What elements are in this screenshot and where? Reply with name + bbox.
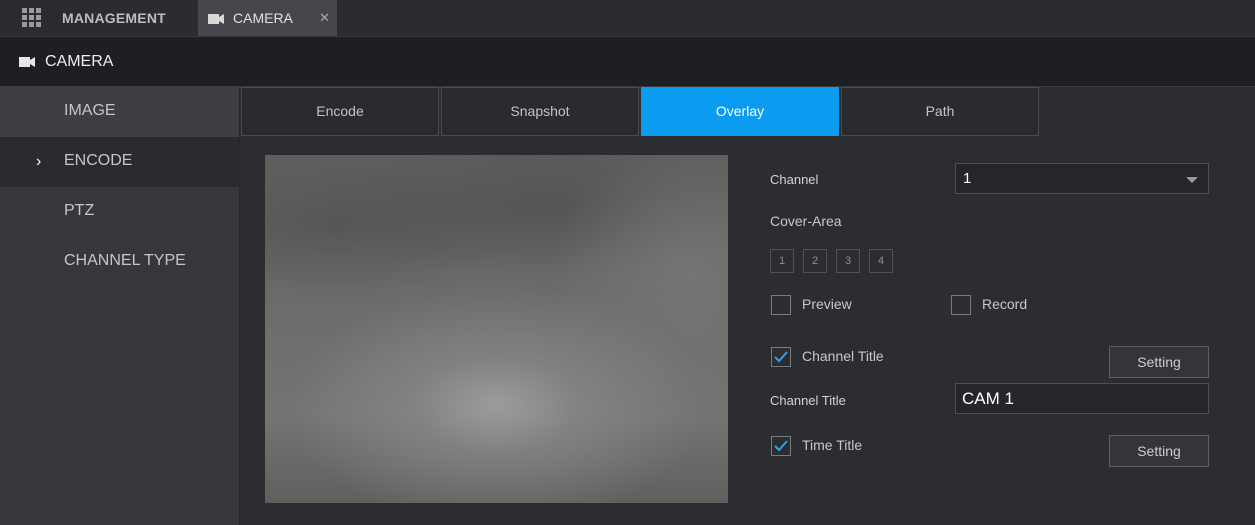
channel-select[interactable]: 1 [955,163,1209,194]
chevron-right-icon: › [36,153,42,170]
checkmark-icon [774,351,788,363]
sidebar-item-label: IMAGE [64,102,116,119]
channel-title-field-label: Channel Title [770,393,846,408]
channel-title-checkbox[interactable] [771,347,791,367]
sidebar-item-image[interactable]: IMAGE [0,87,239,137]
time-title-label: Time Title [802,437,863,453]
tab-encode[interactable]: Encode [241,87,439,136]
cover-area-2-button[interactable]: 2 [803,249,827,273]
management-tab[interactable]: MANAGEMENT [62,0,166,36]
channel-title-input[interactable] [955,383,1209,414]
close-icon[interactable]: ✕ [319,1,330,35]
grid-menu-icon[interactable] [22,8,42,28]
tab-snapshot[interactable]: Snapshot [441,87,639,136]
cover-area-1-button[interactable]: 1 [770,249,794,273]
record-checkbox[interactable] [951,295,971,315]
channel-title-check-label: Channel Title [802,348,884,364]
top-tab-bar: MANAGEMENT CAMERA ✕ [0,0,1255,37]
section-header: CAMERA [0,37,1255,87]
page-title: CAMERA [45,53,114,70]
preview-checkbox[interactable] [771,295,791,315]
chevron-down-icon [1186,177,1198,183]
checkmark-icon [774,440,788,452]
tab-overlay[interactable]: Overlay [641,87,839,136]
sidebar-item-label: CHANNEL TYPE [64,252,186,269]
record-label: Record [982,296,1028,312]
preview-label: Preview [802,296,852,312]
channel-select-value: 1 [963,170,972,187]
camera-preview[interactable] [265,155,728,503]
video-camera-icon [19,57,35,67]
video-camera-icon [208,14,224,24]
camera-tab-label: CAMERA [233,10,293,26]
sidebar-item-label: ENCODE [64,152,133,169]
sidebar-item-label: PTZ [64,202,95,219]
channel-title-setting-button[interactable]: Setting [1109,346,1209,378]
cover-area-4-button[interactable]: 4 [869,249,893,273]
time-title-checkbox[interactable] [771,436,791,456]
tab-path[interactable]: Path [841,87,1039,136]
camera-tab[interactable]: CAMERA ✕ [198,0,337,36]
sidebar-item-channel-type[interactable]: CHANNEL TYPE [0,237,239,287]
channel-label: Channel [770,172,819,187]
cover-area-3-button[interactable]: 3 [836,249,860,273]
sidebar: IMAGE › ENCODE PTZ CHANNEL TYPE [0,87,240,525]
sidebar-item-ptz[interactable]: PTZ [0,187,239,237]
time-title-setting-button[interactable]: Setting [1109,435,1209,467]
cover-area-label: Cover-Area [770,213,842,229]
sidebar-item-encode[interactable]: › ENCODE [0,137,239,187]
